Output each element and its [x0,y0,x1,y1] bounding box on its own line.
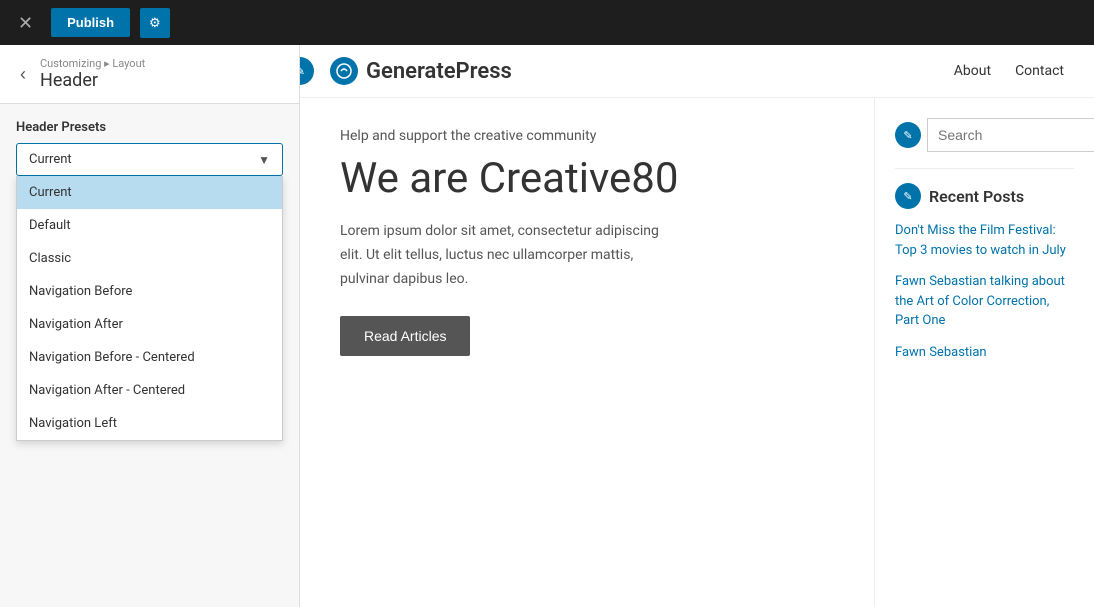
divider [895,168,1074,169]
search-row: ✎ [895,118,1074,152]
breadcrumb-wrap: Customizing ▸ Layout Header [40,57,145,91]
read-articles-button[interactable]: Read Articles [340,316,470,356]
hero-tagline: Help and support the creative community [340,128,834,144]
dropdown-item-nav-after[interactable]: Navigation After [17,308,282,341]
preview-area: GeneratePress About Contact ✎ Help and s… [300,45,1094,607]
dropdown-item-default[interactable]: Default [17,209,282,242]
sidebar-nav: ‹ Customizing ▸ Layout Header [0,45,299,104]
search-box [927,118,1094,152]
edit-search-icon[interactable]: ✎ [895,122,921,148]
dropdown-item-nav-after-centered[interactable]: Navigation After - Centered [17,374,282,407]
preset-select[interactable]: Current ▼ [16,143,283,176]
preset-current-value: Current [29,152,72,167]
edit-recent-posts-icon[interactable]: ✎ [895,183,921,209]
chevron-down-icon: ▼ [258,153,270,167]
preset-select-wrapper: Current ▼ Current Default Classic Naviga… [16,143,283,176]
top-bar: ✕ Publish ⚙ [0,0,1094,45]
gp-logo-icon [330,57,358,85]
edit-header-icon[interactable]: ✎ [300,57,314,85]
nav-link-about[interactable]: About [954,63,991,79]
header-presets-label: Header Presets [16,120,283,135]
site-logo-wrap: GeneratePress [330,57,512,85]
search-input[interactable] [927,118,1094,152]
breadcrumb: Customizing ▸ Layout [40,57,145,70]
hero-body: Lorem ipsum dolor sit amet, consectetur … [340,220,660,291]
dropdown-item-nav-left[interactable]: Navigation Left [17,407,282,440]
recent-posts-row: ✎ Recent Posts [895,183,1074,209]
dropdown-list: Current Default Classic Navigation Befor… [16,176,283,441]
settings-button[interactable]: ⚙ [140,8,170,38]
dropdown-item-current[interactable]: Current [17,176,282,209]
recent-posts-title: Recent Posts [929,187,1024,206]
site-title: GeneratePress [366,59,512,84]
close-button[interactable]: ✕ [10,10,41,36]
site-header: GeneratePress About Contact ✎ [300,45,1094,98]
nav-link-contact[interactable]: Contact [1015,63,1064,79]
right-sidebar: ✎ ✎ Recent Posts [874,98,1094,607]
sidebar-content: Header Presets Current ▼ Current Default… [0,104,299,192]
dropdown-item-nav-before[interactable]: Navigation Before [17,275,282,308]
publish-button[interactable]: Publish [51,8,130,37]
dropdown-item-nav-before-centered[interactable]: Navigation Before - Centered [17,341,282,374]
content-area: Help and support the creative community … [300,98,1094,607]
dropdown-item-classic[interactable]: Classic [17,242,282,275]
main-layout: ‹ Customizing ▸ Layout Header Header Pre… [0,45,1094,607]
post-link-2[interactable]: Fawn Sebastian talking about the Art of … [895,272,1074,331]
page-title: Header [40,70,145,91]
back-button[interactable]: ‹ [16,62,30,87]
customizer-sidebar: ‹ Customizing ▸ Layout Header Header Pre… [0,45,300,607]
post-link-3[interactable]: Fawn Sebastian [895,343,1074,363]
site-nav: About Contact [954,63,1064,79]
hero-title: We are Creative80 [340,154,834,204]
post-link-1[interactable]: Don't Miss the Film Festival: Top 3 movi… [895,221,1074,260]
main-content: Help and support the creative community … [300,98,874,607]
